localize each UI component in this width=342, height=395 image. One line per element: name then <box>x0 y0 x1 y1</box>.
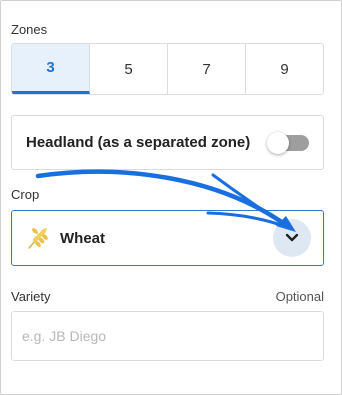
crop-label: Crop <box>11 187 40 202</box>
crop-select[interactable]: Wheat <box>11 210 324 266</box>
zones-segmented-control: 3 5 7 9 <box>11 43 324 95</box>
wheat-icon <box>28 228 48 249</box>
zone-option-7[interactable]: 7 <box>168 44 246 94</box>
zones-label: Zones <box>11 22 48 37</box>
headland-toggle[interactable] <box>267 131 309 154</box>
zone-option-9[interactable]: 9 <box>246 44 323 94</box>
headland-label: Headland (as a separated zone) <box>26 134 251 151</box>
zone-option-3[interactable]: 3 <box>12 44 90 94</box>
variety-label: Variety <box>11 289 51 304</box>
headland-row: Headland (as a separated zone) <box>11 115 324 170</box>
crop-value: Wheat <box>60 229 105 247</box>
crop-dropdown-button[interactable] <box>273 219 311 257</box>
zone-option-5[interactable]: 5 <box>90 44 168 94</box>
variety-optional-label: Optional <box>275 289 324 304</box>
toggle-knob <box>267 131 289 154</box>
variety-input[interactable] <box>11 311 324 361</box>
chevron-down-icon <box>285 233 299 242</box>
